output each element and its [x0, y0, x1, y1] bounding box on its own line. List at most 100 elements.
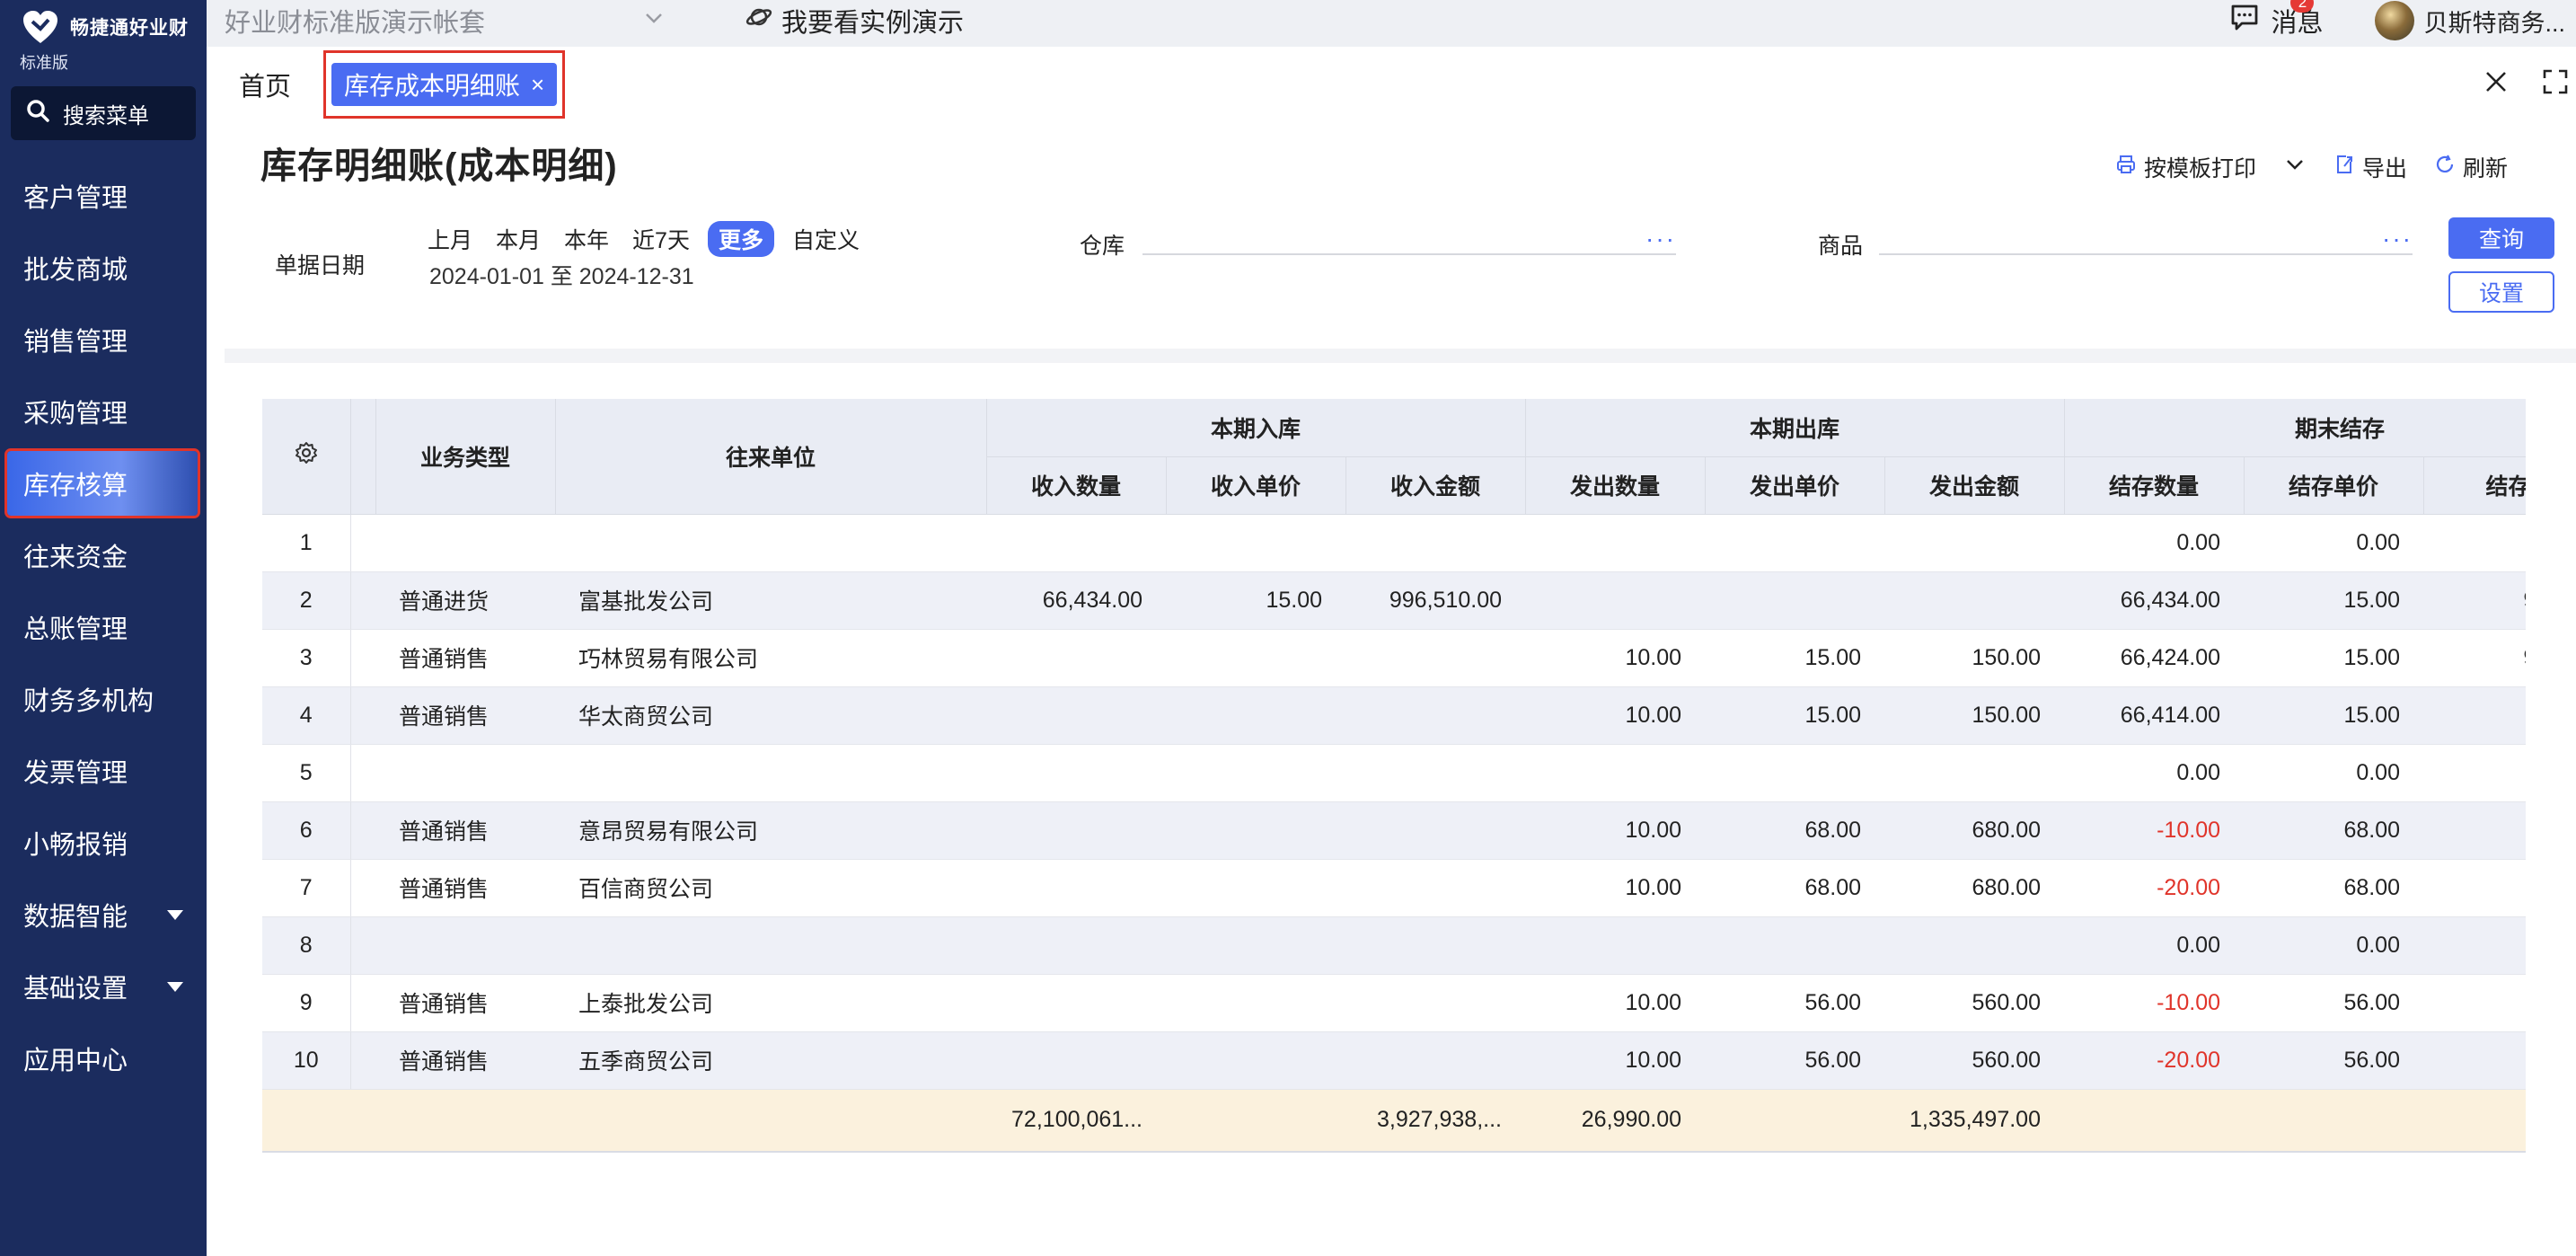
- quick-date-this-year[interactable]: 本年: [559, 221, 614, 257]
- warehouse-input[interactable]: ···: [1142, 216, 1676, 255]
- cell-partner: [555, 744, 986, 802]
- account-selector[interactable]: 好业财标准版演示帐套: [225, 2, 674, 40]
- fullscreen-icon[interactable]: [2542, 68, 2569, 102]
- sidebar-item-sales[interactable]: 销售管理: [0, 304, 207, 376]
- cell-in-amount: [1345, 916, 1525, 975]
- sidebar-item-basic-settings[interactable]: 基础设置: [0, 951, 207, 1022]
- quick-date-last-month[interactable]: 上月: [422, 221, 478, 257]
- search-menu-button[interactable]: 搜索菜单: [11, 86, 196, 140]
- column-header-in-qty[interactable]: 收入数量: [986, 456, 1167, 515]
- page-toolbar: 按模板打印 导出 刷新: [2115, 151, 2508, 183]
- cell-out-price: [1705, 916, 1884, 975]
- row-spacer: [350, 1031, 375, 1090]
- sidebar-item-label: 基础设置: [23, 975, 128, 1004]
- more-dots-icon[interactable]: ···: [1645, 226, 1676, 252]
- settings-button[interactable]: 设置: [2448, 271, 2554, 313]
- table-row[interactable]: 5 0.00 0.00: [262, 744, 2526, 802]
- cell-in-price: [1166, 916, 1345, 975]
- table-row[interactable]: 1 0.00 0.00: [262, 514, 2526, 572]
- cell-bal-qty: 0.00: [2064, 916, 2244, 975]
- demo-link[interactable]: 我要看实例演示: [745, 2, 964, 40]
- refresh-button[interactable]: 刷新: [2434, 151, 2508, 183]
- cell-partner: 富基批发公司: [555, 571, 986, 630]
- cell-bal-qty: -20.00: [2064, 1031, 2244, 1090]
- sidebar-item-label: 批发商城: [23, 256, 128, 285]
- cell-bal-amount: -56: [2423, 974, 2526, 1032]
- cell-in-price: [1166, 629, 1345, 687]
- print-template-button[interactable]: 按模板打印: [2115, 151, 2256, 183]
- row-index: 4: [262, 686, 351, 745]
- ledger-table-body: 1 0.00 0.00 2 普通进货 富基批发公司 66,434.00 15.00 996,51…: [262, 514, 2526, 1153]
- product-input[interactable]: ···: [1879, 216, 2413, 255]
- gear-icon[interactable]: [295, 442, 318, 470]
- cell-out-amount: 150.00: [1884, 686, 2064, 745]
- cell-bal-qty: 66,414.00: [2064, 686, 2244, 745]
- cell-type: [375, 514, 555, 572]
- group-header-ending: 期末结存: [2064, 399, 2526, 457]
- account-name: 好业财标准版演示帐套: [225, 9, 486, 38]
- sidebar-item-multi-org[interactable]: 财务多机构: [0, 663, 207, 735]
- quick-date-this-month[interactable]: 本月: [490, 221, 546, 257]
- search-menu-label: 搜索菜单: [63, 103, 149, 128]
- cell-out-price: [1705, 514, 1884, 572]
- sidebar-item-customer[interactable]: 客户管理: [0, 160, 207, 232]
- sidebar-item-inventory-accounting[interactable]: 库存核算: [4, 448, 200, 518]
- table-row[interactable]: 6 普通销售 意昂贸易有限公司 10.00 68.00 680.00 -10.00 68.00…: [262, 801, 2526, 860]
- table-row[interactable]: 4 普通销售 华太商贸公司 10.00 15.00 150.00 66,414.00 15.0…: [262, 686, 2526, 745]
- column-header-bal-price[interactable]: 结存单价: [2244, 456, 2424, 515]
- sidebar-item-label: 库存核算: [23, 472, 128, 500]
- quick-date-last-7-days[interactable]: 近7天: [627, 221, 695, 257]
- sidebar-item-funds[interactable]: 往来资金: [0, 519, 207, 591]
- sidebar-item-wholesale-mall[interactable]: 批发商城: [0, 232, 207, 304]
- table-row[interactable]: 10普通销售五季商贸公司10.0056.00560.00-20.0056.00-…: [262, 1031, 2526, 1090]
- cell-out-price: [1705, 571, 1884, 630]
- ledger-table-container[interactable]: 业务类型 往来单位 本期入库 本期出库 期末结存 收入数量 收入单价 收入金额 …: [262, 399, 2526, 1154]
- cell-type: 普通进货: [375, 571, 555, 630]
- cell-in-amount: [1345, 1031, 1525, 1090]
- query-button[interactable]: 查询: [2448, 217, 2554, 259]
- table-row[interactable]: 7普通销售百信商贸公司10.0068.00680.00-20.0068.00-1…: [262, 859, 2526, 917]
- quick-date-custom[interactable]: 自定义: [787, 221, 865, 257]
- date-range-value[interactable]: 2024-01-01 至 2024-12-31: [429, 259, 694, 291]
- tab-inventory-cost-detail[interactable]: 库存成本明细账 ×: [331, 63, 558, 106]
- cell-bal-amount: 996,2: [2423, 686, 2526, 745]
- messages-button[interactable]: 消息 2: [2229, 0, 2323, 40]
- cell-in-amount: [1345, 859, 1525, 917]
- export-button[interactable]: 导出: [2333, 151, 2407, 183]
- column-header-out-price[interactable]: 发出单价: [1705, 456, 1885, 515]
- sidebar-item-invoice[interactable]: 发票管理: [0, 735, 207, 807]
- column-header-out-qty[interactable]: 发出数量: [1525, 456, 1706, 515]
- sidebar-item-data-intelligence[interactable]: 数据智能: [0, 879, 207, 951]
- sidebar-item-expense[interactable]: 小畅报销: [0, 807, 207, 879]
- column-settings-cell[interactable]: [262, 399, 351, 515]
- more-dots-icon[interactable]: ···: [2382, 226, 2413, 252]
- column-header-type[interactable]: 业务类型: [375, 399, 556, 515]
- sidebar: 畅捷通好业财 标准版 搜索菜单 客户管理 批发商城 销售管理 采购管理 库存核算…: [0, 0, 207, 1256]
- cell-bal-amount: [2423, 744, 2526, 802]
- close-icon[interactable]: [2483, 68, 2510, 102]
- tab-home[interactable]: 首页: [239, 66, 291, 103]
- column-header-bal-amount[interactable]: 结存金: [2423, 456, 2526, 515]
- sidebar-item-app-center[interactable]: 应用中心: [0, 1022, 207, 1094]
- quick-date-more[interactable]: 更多: [707, 221, 774, 257]
- sidebar-item-label: 客户管理: [23, 184, 128, 213]
- column-header-bal-qty[interactable]: 结存数量: [2064, 456, 2245, 515]
- cell-partner: 百信商贸公司: [555, 859, 986, 917]
- tab-close-icon[interactable]: ×: [531, 71, 544, 99]
- chevron-down-icon[interactable]: [2283, 153, 2307, 182]
- table-row[interactable]: 2 普通进货 富基批发公司 66,434.00 15.00 996,510.00 66,43…: [262, 571, 2526, 630]
- brand: 畅捷通好业财 标准版: [0, 0, 207, 74]
- column-header-out-amount[interactable]: 发出金额: [1884, 456, 2065, 515]
- total-in-amount: 3,927,938,...: [1345, 1089, 1525, 1153]
- table-row[interactable]: 3 普通销售 巧林贸易有限公司 10.00 15.00 150.00 66,424.00 15…: [262, 629, 2526, 687]
- column-header-in-amount[interactable]: 收入金额: [1345, 456, 1526, 515]
- sidebar-item-general-ledger[interactable]: 总账管理: [0, 591, 207, 663]
- column-header-partner[interactable]: 往来单位: [555, 399, 987, 515]
- table-row[interactable]: 8 0.00 0.00: [262, 916, 2526, 975]
- cell-bal-price: 56.00: [2244, 974, 2423, 1032]
- user-menu[interactable]: 贝斯特商务...: [2375, 1, 2565, 40]
- cell-partner: [555, 916, 986, 975]
- table-row[interactable]: 9普通销售上泰批发公司10.0056.00560.00-10.0056.00-5…: [262, 974, 2526, 1032]
- sidebar-item-purchase[interactable]: 采购管理: [0, 376, 207, 447]
- column-header-in-price[interactable]: 收入单价: [1166, 456, 1346, 515]
